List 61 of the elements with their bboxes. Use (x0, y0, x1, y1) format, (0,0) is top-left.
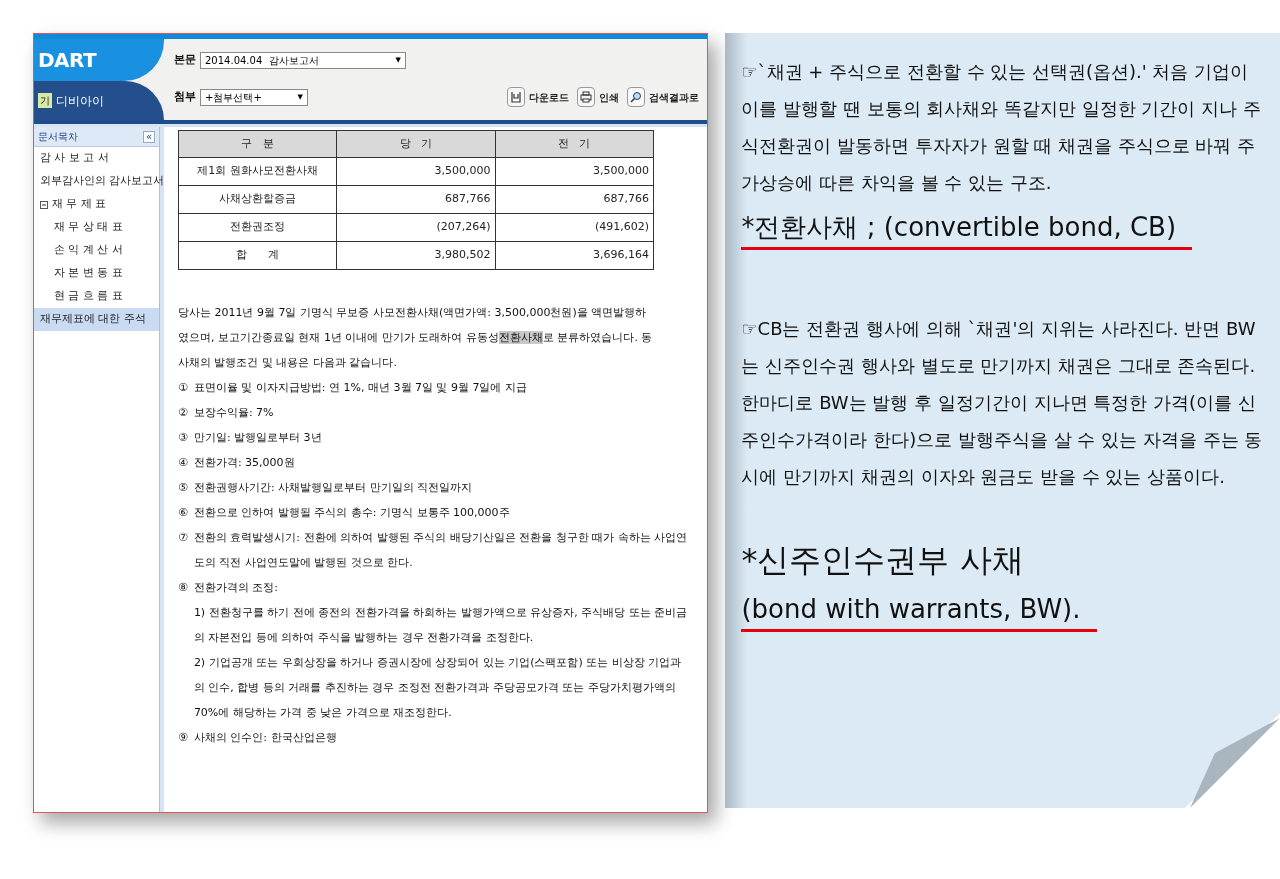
column-header: 구 분 (178, 130, 337, 158)
table-cell: 제1회 원화사모전환사채 (178, 157, 337, 186)
table-cell: 전환권조정 (178, 213, 337, 242)
list-marker: ③ (178, 430, 188, 446)
tree-item[interactable]: 자 본 변 동 표 (34, 262, 159, 285)
list-marker: ① (178, 380, 188, 396)
list-item-text: 표면이율 및 이자지급방법: 연 1%, 매년 3월 7일 및 9월 7일에 지급 (193, 380, 527, 396)
list-marker: ② (178, 405, 188, 421)
field-label: 첨부 (174, 88, 196, 105)
list-item-text: 사채의 인수인: 한국산업은행 (193, 730, 337, 746)
tree-item[interactable]: 재무제표에 대한 주석 (34, 308, 159, 331)
table-cell: 3,500,000 (336, 157, 495, 186)
tree-item[interactable]: 현 금 흐 름 표 (34, 285, 159, 308)
table-cell: (207,264) (336, 213, 495, 242)
list-marker: ⑥ (178, 505, 188, 521)
list-item-text: 전환가격: 35,000원 (193, 455, 295, 471)
tree-item[interactable]: 감 사 보 고 서 (34, 147, 159, 170)
list-marker: ⑤ (178, 480, 188, 496)
column-header: 당 기 (336, 130, 495, 158)
table-cell: 687,766 (336, 185, 495, 214)
column-header: 전 기 (495, 130, 654, 158)
list-item-text: 전환권행사기간: 사채발행일로부터 만기일의 직전일까지 (193, 480, 473, 496)
printer-icon (577, 87, 596, 107)
list-marker: ⑨ (178, 730, 188, 746)
table-cell: (491,602) (495, 213, 654, 242)
list-item-text: 전환의 효력발생시기: 전환에 의하여 발행된 주식의 배당기산일은 전환을 청구한 때가 속하는 사업연도의 직전 사업연도말에 발행된 것으로 한다. (193, 530, 689, 571)
brand-badge: 기 (38, 93, 52, 108)
note-heading: *전환사채 ; (convertible bond, CB) (741, 207, 1193, 250)
table-cell: 3,500,000 (495, 157, 654, 186)
list-marker: ⑦ (178, 530, 188, 546)
list-item-text: 전환가격의 조정: (193, 580, 280, 596)
note-paragraph: ☞`채권 + 주식으로 전환할 수 있는 선택권(옵션).' 처음 기업이 이를 발행할 땐 보통의 회사채와 똑같지만 일정한 기간이 지나 주식전환권이 발동하면 투자자가 원할 때 채권을 주식으로 바꿔 주가상승에 따른 차익을 볼 수 있는 구조. (741, 60, 1262, 195)
toolbar-button[interactable]: 다운로드 (507, 87, 570, 107)
sub-item-text: 1) 전환청구를 하기 전에 종전의 전환가격을 하회하는 발행가액으로 유상증자, 주식배당 또는 준비금의 자본전입 등에 의하여 주식을 발행하는 경우 전환가격을 조정한다. (193, 605, 689, 646)
toolbar-button[interactable]: 검색결과로 (627, 87, 700, 107)
sidebar-title: 문서목차 (38, 130, 78, 144)
table-cell: 687,766 (495, 185, 654, 214)
list-item-text: 만기일: 발행일로부터 3년 (193, 430, 322, 446)
note-paragraph: ☞CB는 전환권 행사에 의해 `채권'의 지위는 사라진다. 반면 BW는 신주인수권 행사와 별도로 만기까지 채권은 그대로 존속된다. 한마디로 BW는 발행 후 일정기간이 지나면 특정한 가격(이를 신주인수가격이라 한다)으로 발행주식을 살 수 있는 자격을 주는 동시에 만기까지 채권의 이자와 원금도 받을 수 있는 상품이다. (741, 317, 1264, 489)
table-cell: 3,980,502 (336, 241, 495, 270)
note-heading: (bond with warrants, BW). (741, 589, 1097, 632)
list-marker: ④ (178, 455, 188, 471)
note-title: *신주인수권부 사채 (741, 540, 1025, 581)
company-name: 디비아이 (56, 92, 104, 110)
table-cell: 3,696,164 (495, 241, 654, 270)
search-icon (627, 87, 646, 107)
download-icon (507, 87, 526, 107)
tree-item[interactable]: 재 무 상 태 표 (34, 216, 159, 239)
field-label: 본문 (174, 52, 196, 69)
toolbar-button[interactable]: 인쇄 (577, 87, 620, 107)
collapse-icon[interactable] (40, 200, 48, 209)
tree-item[interactable]: 손 익 계 산 서 (34, 239, 159, 262)
table-cell: 사채상환할증금 (178, 185, 337, 214)
collapse-button[interactable]: « (142, 130, 155, 143)
list-marker: ⑧ (178, 580, 188, 596)
table-cell: 합 계 (178, 241, 337, 270)
tree-item[interactable]: 재 무 제 표 (34, 193, 159, 216)
list-item-text: 보장수익율: 7% (193, 405, 274, 421)
sub-item-text: 2) 기업공개 또는 우회상장을 하거나 증권시장에 상장되어 있는 기업(스팩포함) 또는 비상장 기업과의 인수, 합병 등의 거래를 추진하는 경우 조정전 전환가격과 주당공모가격 또는 주당가치평가액의 70%에 해당하는 가격 중 낮은 가격으로 재조정한다. (193, 655, 683, 721)
list-item-text: 전환으로 인하여 발행될 주식의 총수: 기명식 보통주 100,000주 (193, 505, 510, 521)
body-paragraph: 당사는 2011년 9월 7일 기명식 무보증 사모전환사채(액면가액: 3,500,000천원)을 액면발행하였으며, 보고기간종료일 현재 1년 이내에 만기가 도래하여 유동성전환사채로 분류하였습니다. 동 사채의 발행조건 및 내용은 다음과 같습니다. (178, 305, 654, 371)
